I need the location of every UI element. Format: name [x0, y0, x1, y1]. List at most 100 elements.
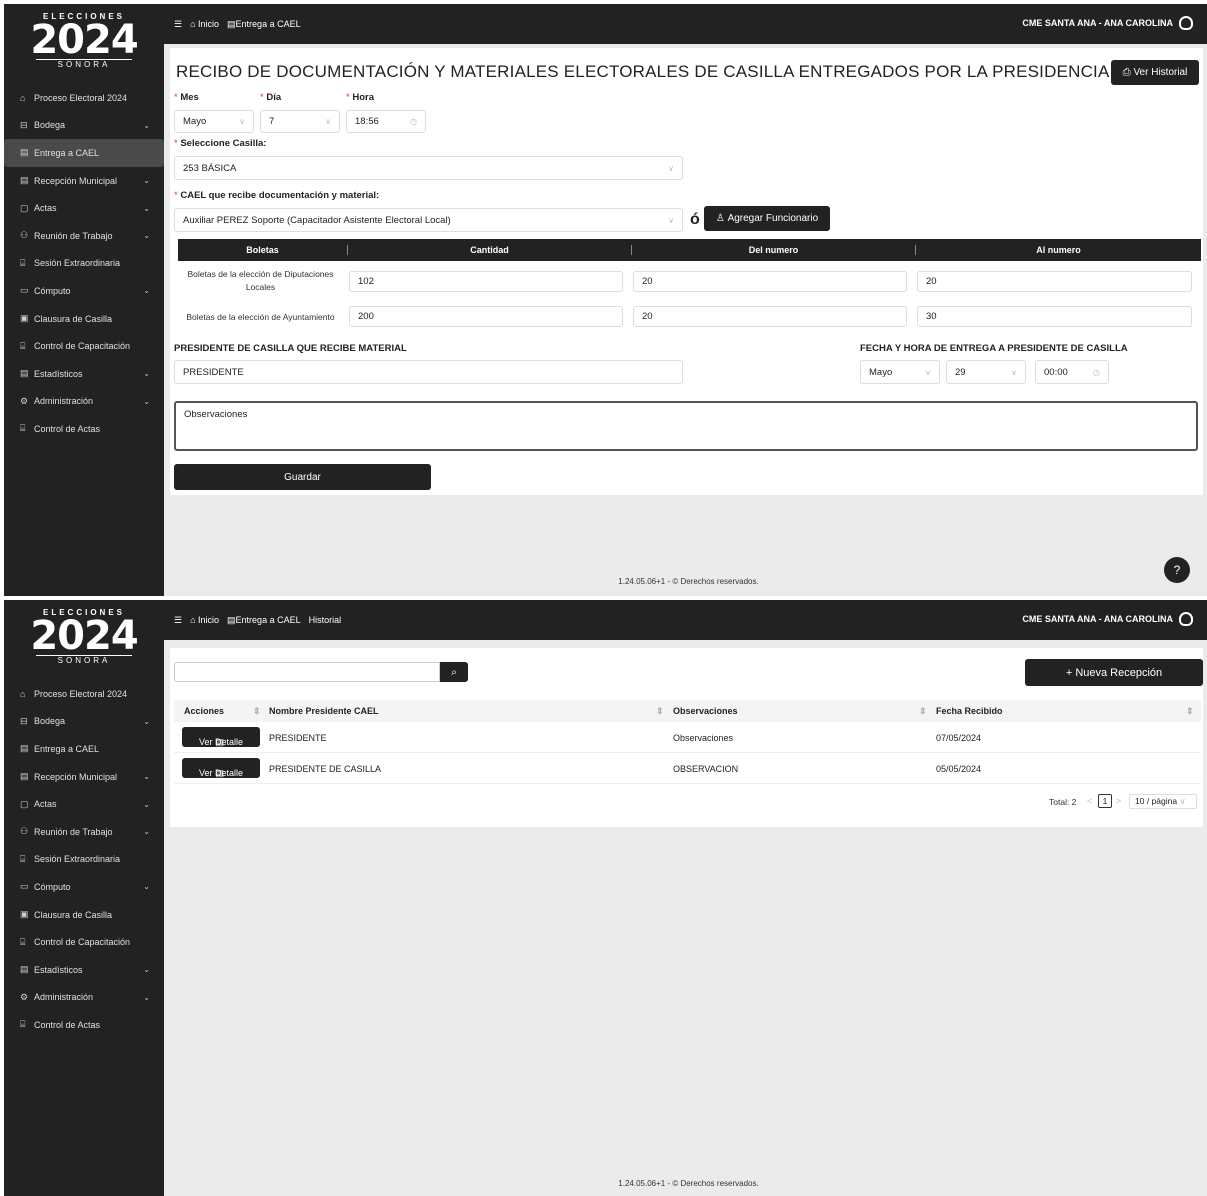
al-numero-diputaciones-input[interactable]: 20 [917, 271, 1192, 292]
sidebar-item-proceso-electoral-2024[interactable]: ⌂ Proceso Electoral 2024 [4, 84, 164, 112]
breadcrumb-home[interactable]: ⌂ Inicio [190, 19, 219, 29]
row-observaciones: OBSERVACION [673, 764, 739, 774]
top-bar: ☰ ⌂ Inicio ▤Entrega a CAEL Historial CME… [164, 600, 1207, 640]
guardar-button[interactable]: Guardar [174, 464, 431, 490]
table-row: ▤ Ver Detalle PRESIDENTE Observaciones 0… [174, 723, 1201, 753]
hora-picker[interactable]: 18:56 ◷ [346, 110, 426, 133]
chevron-down-icon: ⌄ [143, 827, 150, 837]
sidebar-item-entrega-a-cael[interactable]: ▤ Entrega a CAEL [4, 139, 164, 167]
prev-page-icon[interactable]: < [1087, 796, 1092, 806]
sort-icon[interactable]: ⇕ [919, 706, 927, 717]
sidebar-item-reunión-de-trabajo[interactable]: ⚇ Reunión de Trabajo ⌄ [4, 222, 164, 250]
observaciones-textarea[interactable]: Observaciones [174, 401, 1198, 451]
chevron-down-icon: ∨ [1179, 796, 1186, 806]
table-row: ▤ Ver Detalle PRESIDENTE DE CASILLA OBSE… [174, 754, 1201, 784]
chevron-down-icon: ∨ [1011, 367, 1017, 377]
user-menu[interactable]: CME SANTA ANA - ANA CAROLINA [1022, 16, 1193, 30]
cael-select[interactable]: Auxiliar PEREZ Soporte (Capacitador Asis… [174, 208, 683, 232]
ver-detalle-button[interactable]: ▤ Ver Detalle [182, 727, 260, 747]
sidebar-item-recepción-municipal[interactable]: ▤ Recepción Municipal ⌄ [4, 763, 164, 791]
menu-toggle-icon[interactable]: ☰ [174, 19, 182, 30]
sidebar-item-recepción-municipal[interactable]: ▤ Recepción Municipal ⌄ [4, 167, 164, 195]
sidebar-item-actas[interactable]: ▢ Actas ⌄ [4, 194, 164, 222]
hora-label: * Hora [346, 92, 374, 103]
next-page-icon[interactable]: > [1116, 796, 1121, 806]
del-numero-ayuntamiento-input[interactable]: 20 [633, 306, 907, 327]
sidebar-item-administración[interactable]: ⚙ Administración ⌄ [4, 388, 164, 416]
breadcrumb-home-label: Inicio [198, 19, 220, 29]
sidebar-item-cómputo[interactable]: ▭ Cómputo ⌄ [4, 873, 164, 901]
fecha-mes-select[interactable]: Mayo ∨ [860, 360, 940, 384]
chevron-down-icon: ⌄ [143, 120, 150, 130]
sidebar-item-control-de-actas[interactable]: ⌸ Control de Actas [4, 415, 164, 443]
col-del-numero: Del numero [632, 245, 916, 255]
breadcrumb-home[interactable]: ⌂ Inicio [190, 615, 219, 625]
fecha-hora-picker[interactable]: 00:00 ◷ [1035, 360, 1109, 384]
monitor-icon: ▭ [20, 881, 29, 892]
breadcrumb-historial[interactable]: Historial [309, 615, 342, 625]
user-icon [1179, 16, 1193, 30]
sort-icon[interactable]: ⇕ [253, 706, 261, 717]
sidebar-item-label: Control de Capacitación [34, 937, 131, 948]
cantidad-diputaciones-input[interactable]: 102 [349, 271, 623, 292]
document-icon: ▤ [20, 175, 29, 186]
sidebar-item-label: Administración [34, 396, 94, 407]
sort-icon[interactable]: ⇕ [656, 706, 664, 717]
sidebar-item-administración[interactable]: ⚙ Administración ⌄ [4, 984, 164, 1012]
sidebar-item-bodega[interactable]: ⊟ Bodega ⌄ [4, 112, 164, 140]
search-icon: ⌕ [451, 666, 457, 678]
ver-detalle-button[interactable]: ▤ Ver Detalle [182, 758, 260, 778]
logo: ELECCIONES 2024 SONORA [4, 600, 164, 680]
cantidad-ayuntamiento-input[interactable]: 200 [349, 306, 623, 327]
mes-select[interactable]: Mayo ∨ [174, 110, 254, 133]
page-number[interactable]: 1 [1098, 794, 1112, 808]
sidebar-item-clausura-de-casilla[interactable]: ▣ Clausura de Casilla [4, 901, 164, 929]
sidebar-item-bodega[interactable]: ⊟ Bodega ⌄ [4, 708, 164, 736]
page-size-select[interactable]: 10 / página ∨ [1129, 794, 1197, 809]
breadcrumb-entrega[interactable]: ▤Entrega a CAEL [227, 615, 301, 626]
del-numero-diputaciones-input[interactable]: 20 [633, 271, 907, 292]
sidebar-item-entrega-a-cael[interactable]: ▤ Entrega a CAEL [4, 735, 164, 763]
help-icon[interactable]: ? [1164, 557, 1190, 583]
chevron-down-icon: ∨ [668, 215, 674, 225]
breadcrumb-entrega[interactable]: ▤Entrega a CAEL [227, 19, 301, 30]
search-input[interactable] [174, 662, 440, 682]
ver-historial-button[interactable]: ⎙ Ver Historial [1111, 60, 1199, 85]
chevron-down-icon: ⌄ [143, 992, 150, 1002]
history-table-header: Acciones ⇕ Nombre Presidente CAEL ⇕ Obse… [174, 700, 1201, 722]
agregar-funcionario-button[interactable]: ♙ Agregar Funcionario [704, 206, 830, 231]
sidebar-item-sesión-extraordinaria[interactable]: ⌸ Sesión Extraordinaria [4, 250, 164, 278]
user-icon: ♙ [715, 213, 728, 224]
clipboard-icon: ▣ [20, 313, 29, 324]
dia-select[interactable]: 7 ∨ [260, 110, 340, 133]
mes-label: * Mes [174, 92, 199, 103]
cael-label: * CAEL que recibe documentación y materi… [174, 190, 380, 201]
menu-toggle-icon[interactable]: ☰ [174, 615, 182, 626]
al-numero-ayuntamiento-input[interactable]: 30 [917, 306, 1192, 327]
pagination-total: Total: 2 [1049, 797, 1077, 807]
sidebar-item-proceso-electoral-2024[interactable]: ⌂ Proceso Electoral 2024 [4, 680, 164, 708]
casilla-select[interactable]: 253 BÁSICA ∨ [174, 156, 683, 180]
search-button[interactable]: ⌕ [440, 662, 468, 682]
sidebar-item-cómputo[interactable]: ▭ Cómputo ⌄ [4, 277, 164, 305]
sidebar-item-estadísticos[interactable]: ▤ Estadísticos ⌄ [4, 360, 164, 388]
nueva-recepcion-button[interactable]: + Nueva Recepción [1025, 659, 1203, 686]
col-fecha: Fecha Recibido [936, 706, 1003, 716]
fecha-dia-select[interactable]: 29 ∨ [946, 360, 1026, 384]
sidebar-item-control-de-capacitación[interactable]: ⌸ Control de Capacitación [4, 332, 164, 360]
sidebar-item-estadísticos[interactable]: ▤ Estadísticos ⌄ [4, 956, 164, 984]
sidebar-item-reunión-de-trabajo[interactable]: ⚇ Reunión de Trabajo ⌄ [4, 818, 164, 846]
sidebar-item-label: Sesión Extraordinaria [34, 258, 121, 269]
sidebar-item-sesión-extraordinaria[interactable]: ⌸ Sesión Extraordinaria [4, 846, 164, 874]
presidente-input[interactable]: PRESIDENTE [174, 360, 683, 384]
sidebar-item-control-de-capacitación[interactable]: ⌸ Control de Capacitación [4, 928, 164, 956]
chevron-down-icon: ⌄ [143, 231, 150, 241]
user-menu[interactable]: CME SANTA ANA - ANA CAROLINA [1022, 612, 1193, 626]
sidebar-item-actas[interactable]: ▢ Actas ⌄ [4, 790, 164, 818]
sidebar-item-clausura-de-casilla[interactable]: ▣ Clausura de Casilla [4, 305, 164, 333]
logo-year: 2024 [30, 17, 138, 63]
sidebar-item-control-de-actas[interactable]: ⌸ Control de Actas [4, 1011, 164, 1039]
chevron-down-icon: ⌄ [143, 203, 150, 213]
sidebar-item-label: Control de Actas [34, 423, 101, 434]
sort-icon[interactable]: ⇕ [1186, 706, 1194, 717]
